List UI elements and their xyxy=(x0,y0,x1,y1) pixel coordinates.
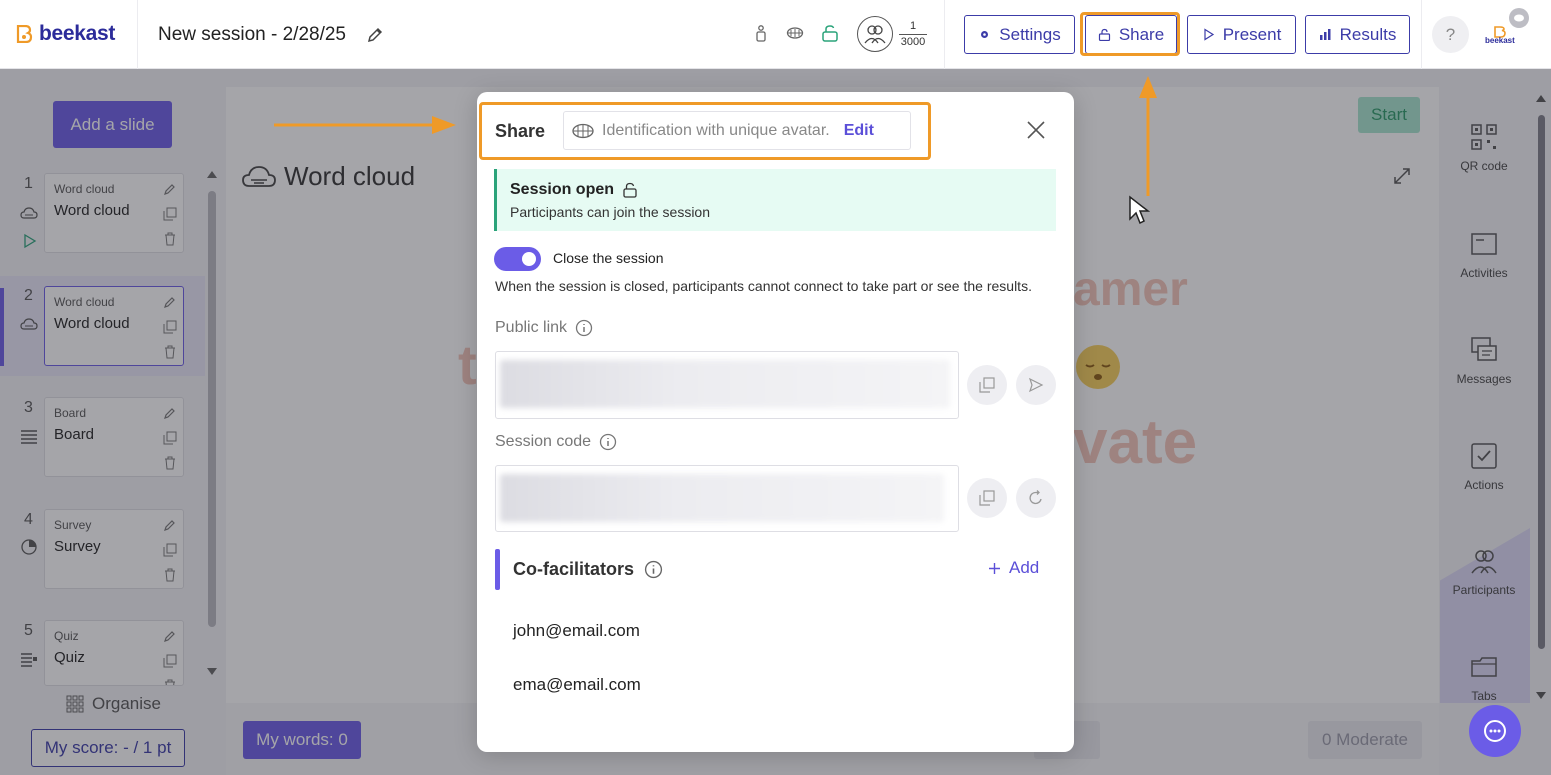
close-session-label: Close the session xyxy=(553,250,664,266)
settings-label: Settings xyxy=(999,24,1061,44)
close-session-help: When the session is closed, participants… xyxy=(495,278,1032,294)
participant-counter[interactable]: 1 3000 xyxy=(857,16,927,52)
copy-code-button[interactable] xyxy=(967,478,1007,518)
cofacilitators-title-text: Co-facilitators xyxy=(513,559,635,579)
divider xyxy=(137,0,138,69)
settings-button[interactable]: Settings xyxy=(964,15,1075,54)
copy-icon xyxy=(979,377,995,393)
session-code-label-text: Session code xyxy=(495,433,592,450)
present-button[interactable]: Present xyxy=(1187,15,1296,54)
unlock-icon xyxy=(623,182,637,198)
avatar-mask-icon[interactable] xyxy=(786,24,804,42)
participant-count: 1 3000 xyxy=(899,20,927,49)
session-code-label: Session code xyxy=(495,433,617,451)
close-icon[interactable] xyxy=(1026,120,1046,140)
public-link-label-text: Public link xyxy=(495,319,568,336)
share-highlight xyxy=(1080,12,1180,56)
status-subtitle: Participants can join the session xyxy=(510,204,710,220)
toggle-knob xyxy=(522,252,536,266)
refresh-icon xyxy=(1029,490,1042,505)
participant-current: 1 xyxy=(909,19,917,32)
participant-mode-icon[interactable] xyxy=(752,24,770,42)
add-label: Add xyxy=(1009,558,1040,577)
top-bar: beekast New session - 2/28/25 1 3000 Set… xyxy=(0,0,1551,69)
add-cofacilitator-button[interactable]: Add xyxy=(988,558,1039,578)
pencil-icon[interactable] xyxy=(366,26,384,44)
send-icon xyxy=(1028,377,1044,393)
cofacilitators-title: Co-facilitators xyxy=(513,559,663,580)
section-accent xyxy=(495,549,500,590)
cofacilitator-email: john@email.com xyxy=(513,621,640,640)
cofacilitator-email: ema@email.com xyxy=(513,675,641,694)
blurred-value xyxy=(500,474,944,522)
blurred-value xyxy=(500,360,950,408)
results-label: Results xyxy=(1339,24,1397,44)
play-icon xyxy=(1204,28,1214,41)
annotation-arrow-right xyxy=(274,116,456,134)
close-session-toggle[interactable] xyxy=(494,247,541,271)
session-status: Session open Participants can join the s… xyxy=(494,169,1056,231)
status-title: Session open xyxy=(510,181,638,199)
info-icon[interactable] xyxy=(644,560,663,579)
present-label: Present xyxy=(1222,24,1282,44)
help-label: ? xyxy=(1445,24,1456,44)
unlock-icon[interactable] xyxy=(821,24,839,42)
public-link-label: Public link xyxy=(495,319,593,337)
info-icon[interactable] xyxy=(599,433,617,451)
participants-icon xyxy=(857,16,893,52)
support-chat-button[interactable] xyxy=(1469,705,1521,757)
logo-text: beekast xyxy=(39,22,116,45)
brand-badge-text: beekast xyxy=(1485,36,1515,45)
logo[interactable]: beekast xyxy=(16,22,115,46)
public-link-field[interactable] xyxy=(495,351,959,419)
regenerate-code-button[interactable] xyxy=(1016,478,1056,518)
modal-header-highlight xyxy=(479,102,931,160)
mouse-cursor-icon xyxy=(1129,195,1150,225)
help-button[interactable]: ? xyxy=(1432,16,1469,53)
divider xyxy=(1421,0,1422,69)
share-modal: Share Identification with unique avatar.… xyxy=(477,92,1074,752)
info-icon[interactable] xyxy=(575,319,593,337)
beekast-logo-icon xyxy=(16,25,33,43)
session-code-field[interactable] xyxy=(495,465,959,532)
divider xyxy=(944,0,945,69)
send-link-button[interactable] xyxy=(1016,365,1056,405)
status-title-text: Session open xyxy=(510,181,615,198)
account-badge[interactable]: beekast xyxy=(1483,8,1533,58)
copy-link-button[interactable] xyxy=(967,365,1007,405)
session-title[interactable]: New session - 2/28/25 xyxy=(158,24,346,46)
annotation-arrow-up xyxy=(1139,76,1157,196)
copy-icon xyxy=(979,490,995,506)
gear-icon xyxy=(981,31,989,38)
participant-max: 3000 xyxy=(900,35,926,48)
avatar xyxy=(1509,8,1529,28)
bar-chart-icon xyxy=(1319,29,1331,40)
chat-icon xyxy=(1484,720,1506,742)
plus-icon xyxy=(989,562,1000,574)
results-button[interactable]: Results xyxy=(1305,15,1410,54)
